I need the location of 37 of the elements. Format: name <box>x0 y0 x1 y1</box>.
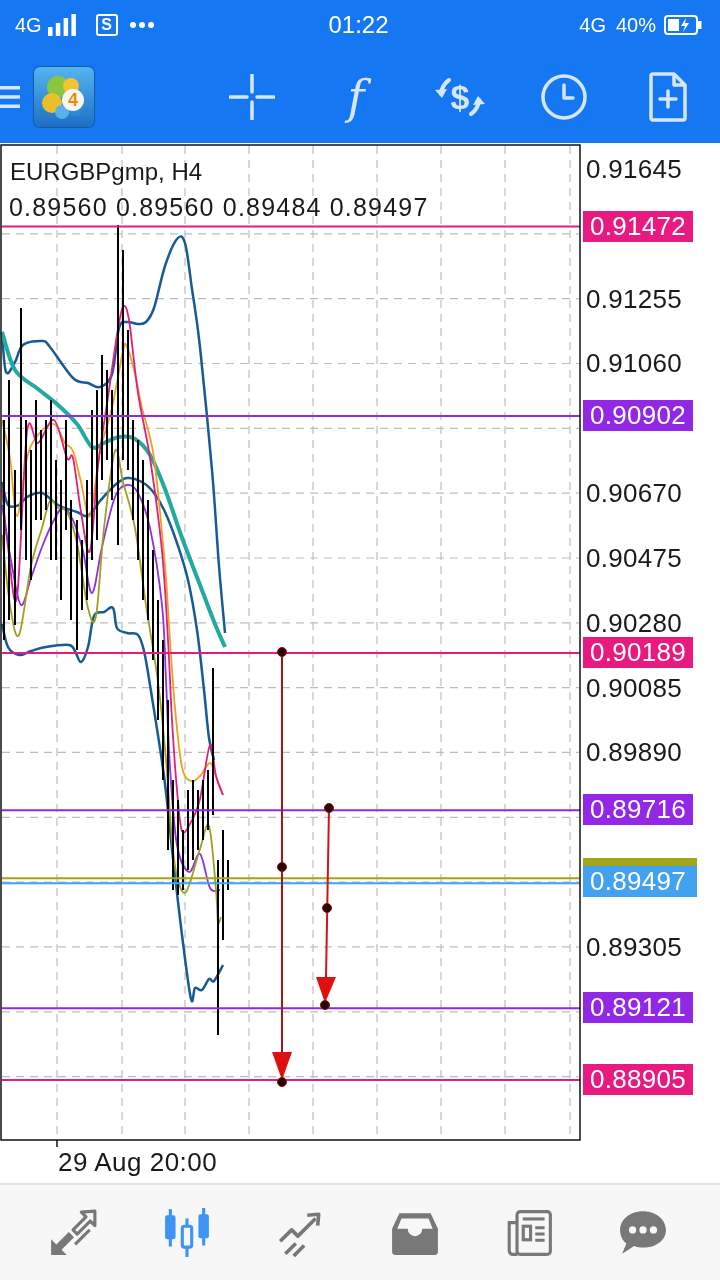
network-label: 4G <box>579 13 606 37</box>
crosshair-icon[interactable] <box>229 73 275 120</box>
clock-time: 01:22 <box>328 11 389 39</box>
price-axis-label: 0.91255 <box>586 283 683 314</box>
notification-badge: S <box>95 14 118 36</box>
price-axis-label: 0.89890 <box>586 737 683 768</box>
price-axis-label: 0.90475 <box>586 542 683 573</box>
menu-icon[interactable] <box>0 84 20 109</box>
price-level-tag: 0.91472 <box>583 210 694 242</box>
price-axis-label: 0.91645 <box>586 154 683 184</box>
price-axis-label: 0.91060 <box>586 348 683 379</box>
chart-symbol: EURGBPgmp, H4 <box>10 157 203 187</box>
battery-icon <box>664 15 702 35</box>
price-axis-label: 0.90670 <box>586 478 683 509</box>
signal-icon <box>47 14 76 36</box>
price-level-tag: 0.89716 <box>583 794 694 826</box>
more-dots-icon <box>129 22 154 28</box>
clock-icon[interactable] <box>540 72 588 121</box>
candlestick-icon[interactable] <box>162 1207 212 1258</box>
document-plus-icon[interactable] <box>649 71 687 122</box>
double-arrow-icon[interactable] <box>48 1207 98 1258</box>
price-level-tag: 0.88905 <box>583 1063 694 1095</box>
ohlc-values: 0.89560 0.89560 0.89484 0.89497 <box>9 192 429 222</box>
price-axis-label: 0.90280 <box>586 607 683 638</box>
network-label: 4G <box>15 13 42 37</box>
down-arrow[interactable] <box>316 803 336 1010</box>
app-logo: 4 <box>34 66 94 127</box>
battery-level: 40% <box>615 13 656 37</box>
time-axis-label: 29 Aug 20:00 <box>58 1147 218 1177</box>
price-level-tag: 0.89497 <box>583 866 697 898</box>
trade-button[interactable]: $ <box>432 73 488 120</box>
price-axis-label: 0.90085 <box>586 672 683 703</box>
price-axis-label: 0.89305 <box>586 931 683 962</box>
price-level-tag: 0.90902 <box>583 400 694 431</box>
price-level-tag: 0.90189 <box>583 637 694 669</box>
price-level-tag: 0.89121 <box>583 992 694 1024</box>
down-arrow[interactable] <box>272 647 292 1087</box>
